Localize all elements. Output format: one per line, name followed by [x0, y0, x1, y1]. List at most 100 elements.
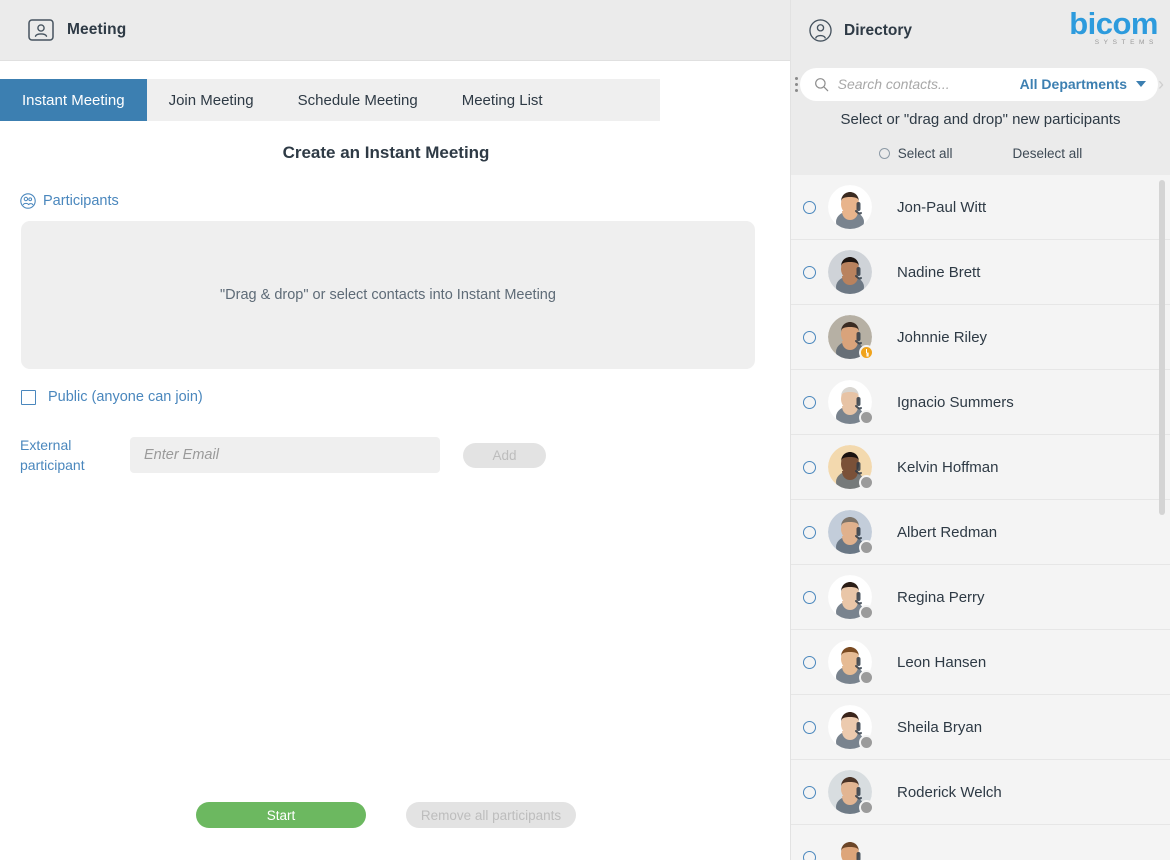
search-row: All Departments ›: [791, 61, 1170, 107]
contact-name: Sheila Bryan: [897, 718, 983, 736]
avatar: [828, 250, 872, 294]
search-icon: [814, 77, 838, 92]
contact-name: Ignacio Summers: [897, 393, 1014, 411]
status-badge-offline: [859, 605, 874, 620]
avatar: [828, 185, 872, 229]
contact-row[interactable]: Kelvin Hoffman: [791, 435, 1170, 500]
dot: [794, 88, 798, 92]
meeting-tabs: Instant Meeting Join Meeting Schedule Me…: [0, 79, 660, 121]
directory-hint: Select or "drag and drop" new participan…: [840, 111, 1121, 128]
select-actions: Select all Deselect all: [791, 146, 1170, 161]
directory-panel: Directory bicom SYSTEMS Search contacts.…: [790, 0, 1170, 860]
contact-row[interactable]: Regina Perry: [791, 565, 1170, 630]
avatar-image: [828, 250, 872, 294]
contact-row[interactable]: Johnnie Riley: [791, 305, 1170, 370]
directory-person-icon: [809, 19, 844, 42]
tab-schedule-meeting[interactable]: Schedule Meeting: [275, 79, 440, 121]
status-badge-offline: [859, 540, 874, 555]
avatar: [828, 445, 874, 490]
contact-select-radio[interactable]: [803, 850, 816, 860]
chevron-down-icon: [1136, 81, 1146, 87]
contact-name: Regina Perry: [897, 588, 985, 606]
contact-name: Jon-Paul Witt: [897, 198, 987, 216]
add-external-button[interactable]: Add: [463, 442, 546, 468]
contact-row[interactable]: Sheila Bryan: [791, 695, 1170, 760]
logo-tagline: SYSTEMS: [1094, 39, 1158, 46]
contact-select-radio[interactable]: [803, 720, 816, 734]
vertical-dots-icon[interactable]: [793, 76, 800, 92]
tab-instant-meeting[interactable]: Instant Meeting: [0, 79, 147, 121]
contact-select-radio[interactable]: [803, 590, 816, 604]
avatar-image: [828, 185, 872, 229]
start-meeting-button[interactable]: Start: [196, 802, 366, 828]
avatar: [828, 575, 874, 620]
participants-label-row: Participants: [20, 193, 790, 209]
contact-select-radio[interactable]: [803, 395, 816, 409]
contact-select-radio[interactable]: [803, 525, 816, 539]
contact-select-radio[interactable]: [803, 200, 816, 214]
contact-row[interactable]: Leon Hansen: [791, 630, 1170, 695]
meeting-action-bar: Start Remove all participants: [0, 802, 790, 828]
contact-row[interactable]: Jon-Paul Witt: [791, 175, 1170, 240]
select-all-label: Select all: [897, 146, 953, 161]
avatar: [828, 705, 874, 750]
dropzone-hint: "Drag & drop" or select contacts into In…: [220, 287, 556, 303]
directory-search-zone: All Departments › Select or "drag and dr…: [791, 61, 1170, 175]
contact-select-radio[interactable]: [803, 785, 816, 799]
avatar: [828, 380, 874, 425]
contact-select-radio[interactable]: [803, 265, 816, 279]
status-badge-offline: [859, 735, 874, 750]
avatar: [828, 315, 874, 360]
public-option-row[interactable]: Public (anyone can join): [21, 389, 790, 405]
contact-name: Albert Redman: [897, 523, 998, 541]
search-input[interactable]: [837, 76, 1020, 92]
tab-join-meeting[interactable]: Join Meeting: [146, 79, 276, 121]
meeting-panel: Meeting Instant Meeting Join Meeting Sch…: [0, 0, 790, 860]
search-pill[interactable]: All Departments: [799, 67, 1158, 101]
directory-header: Directory bicom SYSTEMS: [791, 0, 1170, 61]
select-all-button[interactable]: Select all: [878, 146, 953, 161]
participants-label: Participants: [43, 193, 119, 209]
status-badge-offline: [859, 410, 874, 425]
deselect-all-button[interactable]: Deselect all: [1013, 146, 1083, 161]
external-email-input[interactable]: [130, 437, 440, 473]
status-badge-away: [859, 345, 874, 360]
status-badge-offline: [859, 475, 874, 490]
department-filter-dropdown[interactable]: All Departments: [1020, 76, 1146, 92]
participants-dropzone[interactable]: "Drag & drop" or select contacts into In…: [21, 221, 755, 369]
external-participant-label: External participant: [20, 437, 85, 473]
app-root: Meeting Instant Meeting Join Meeting Sch…: [0, 0, 1170, 860]
contact-select-radio[interactable]: [803, 460, 816, 474]
avatar: [828, 640, 874, 685]
contact-select-radio[interactable]: [803, 330, 816, 344]
status-badge-offline: [859, 670, 874, 685]
contact-row[interactable]: Albert Redman: [791, 500, 1170, 565]
department-filter-label: All Departments: [1019, 76, 1127, 92]
remove-all-participants-button[interactable]: Remove all participants: [406, 802, 576, 828]
avatar: [828, 510, 874, 555]
logo-wordmark: bicom: [1069, 6, 1158, 41]
participants-group-icon: [20, 193, 36, 209]
meeting-person-icon: [28, 19, 67, 41]
contacts-list[interactable]: Jon-Paul Witt Nadine Brett Johnnie Riley Ig…: [791, 175, 1170, 860]
bicom-logo: bicom SYSTEMS: [1046, 6, 1158, 46]
chevron-right-icon[interactable]: ›: [1158, 74, 1164, 95]
status-badge-offline: [859, 800, 874, 815]
contact-name: Roderick Welch: [897, 783, 1002, 801]
public-checkbox[interactable]: [21, 389, 36, 405]
external-participant-row: External participant Add: [20, 435, 790, 475]
avatar: [828, 835, 872, 860]
contact-name: Leon Hansen: [897, 653, 987, 671]
contact-select-radio[interactable]: [803, 655, 816, 669]
contact-row[interactable]: [791, 825, 1170, 860]
public-label: Public (anyone can join): [48, 389, 203, 405]
contact-row[interactable]: Nadine Brett: [791, 240, 1170, 305]
select-all-radio-icon[interactable]: [878, 148, 890, 159]
avatar-image: [828, 835, 872, 860]
contact-row[interactable]: Ignacio Summers: [791, 370, 1170, 435]
tab-meeting-list[interactable]: Meeting List: [439, 79, 565, 121]
contact-row[interactable]: Roderick Welch: [791, 760, 1170, 825]
contacts-scrollbar[interactable]: [1159, 180, 1165, 515]
contact-name: Johnnie Riley: [897, 328, 988, 346]
dot: [794, 76, 798, 80]
